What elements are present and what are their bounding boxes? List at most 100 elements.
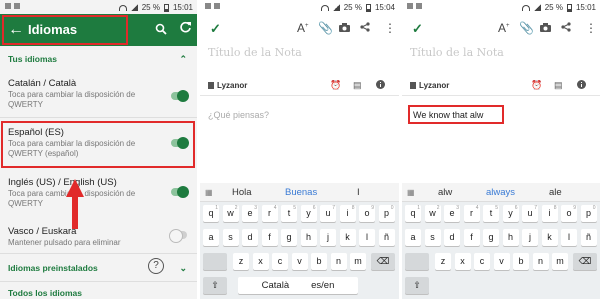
key-e[interactable]: e3 [242, 205, 258, 222]
info-icon[interactable] [376, 80, 385, 91]
suggestion-right[interactable]: I [357, 187, 360, 198]
key-w[interactable]: w2 [424, 205, 441, 222]
key-m[interactable]: m [350, 253, 366, 270]
key-w[interactable]: w2 [222, 205, 239, 222]
key-b[interactable]: b [311, 253, 327, 270]
key-h[interactable]: h [502, 229, 519, 246]
key-d[interactable]: d [444, 229, 460, 246]
note-body-input[interactable]: We know that alw [408, 105, 504, 124]
refresh-icon[interactable] [179, 21, 192, 37]
keyboard-grid-icon[interactable]: ▦ [407, 188, 415, 197]
key-u[interactable]: u7 [320, 205, 336, 222]
section-all-languages[interactable]: Todos los idiomas [8, 288, 82, 298]
text-format-icon[interactable]: A+ [498, 21, 510, 35]
key-a[interactable]: a [203, 229, 219, 246]
key-f[interactable]: f [463, 229, 480, 246]
key-q[interactable]: q1 [405, 205, 421, 222]
key-i[interactable]: i8 [339, 205, 356, 222]
info-icon[interactable] [577, 80, 586, 91]
key-n[interactable]: n [532, 253, 549, 270]
check-icon[interactable]: ✓ [210, 21, 221, 37]
key-g[interactable]: g [483, 229, 499, 246]
attachment-icon[interactable]: 📎 [519, 21, 534, 35]
key-k[interactable]: k [339, 229, 356, 246]
key-n[interactable]: n [330, 253, 347, 270]
tag-icon[interactable]: ▤ [353, 80, 362, 91]
suggestion-left[interactable]: alw [438, 187, 452, 198]
note-title-input[interactable]: Título de la Nota [410, 46, 504, 59]
toggle-english[interactable] [171, 186, 189, 198]
key-e[interactable]: e3 [444, 205, 460, 222]
chevron-down-icon[interactable]: ⌄ [179, 263, 187, 274]
key-r[interactable]: r4 [261, 205, 278, 222]
suggestion-center[interactable]: always [486, 187, 515, 198]
camera-icon[interactable] [339, 21, 350, 35]
key-j[interactable]: j [522, 229, 538, 246]
key-v[interactable]: v [291, 253, 308, 270]
key-t[interactable]: t5 [281, 205, 297, 222]
shift-key[interactable] [203, 253, 227, 270]
key-x[interactable]: x [252, 253, 269, 270]
section-preinstalled[interactable]: Idiomas preinstalados [8, 263, 98, 273]
key-y[interactable]: y6 [502, 205, 519, 222]
key-r[interactable]: r4 [463, 205, 480, 222]
shift-key[interactable] [405, 253, 429, 270]
key-o[interactable]: o9 [561, 205, 577, 222]
key-g[interactable]: g [281, 229, 297, 246]
key-t[interactable]: t5 [483, 205, 499, 222]
suggestion-center[interactable]: Buenas [285, 187, 317, 198]
toggle-catalan[interactable] [171, 90, 189, 102]
keyboard-grid-icon[interactable]: ▦ [205, 188, 213, 197]
help-icon[interactable]: ? [148, 258, 164, 274]
key-z[interactable]: z [233, 253, 249, 270]
check-icon[interactable]: ✓ [412, 21, 423, 37]
note-title-input[interactable]: Título de la Nota [208, 46, 302, 59]
key-d[interactable]: d [242, 229, 258, 246]
alarm-icon[interactable]: ⏰ [531, 80, 542, 91]
backspace-key[interactable]: ⌫ [371, 253, 395, 270]
key-s[interactable]: s [222, 229, 239, 246]
key-y[interactable]: y6 [300, 205, 317, 222]
key-p[interactable]: p0 [378, 205, 395, 222]
share-icon[interactable] [561, 21, 571, 35]
search-icon[interactable] [155, 23, 167, 38]
key-h[interactable]: h [300, 229, 317, 246]
key-f[interactable]: f [261, 229, 278, 246]
notebook-owner[interactable]: Lyzanor [208, 81, 247, 90]
suggestion-left[interactable]: Hola [232, 187, 252, 198]
key-o[interactable]: o9 [359, 205, 375, 222]
key-ñ[interactable]: ñ [580, 229, 597, 246]
text-format-icon[interactable]: A+ [297, 21, 309, 35]
toggle-basque[interactable] [169, 229, 187, 243]
key-l[interactable]: l [359, 229, 375, 246]
key-c[interactable]: c [474, 253, 490, 270]
key-s[interactable]: s [424, 229, 441, 246]
alarm-icon[interactable]: ⏰ [330, 80, 341, 91]
language-item-basque[interactable]: Vasco / Euskara Mantener pulsado para el… [8, 226, 188, 248]
shift-lock-key[interactable]: ⇧ [203, 277, 227, 294]
overflow-menu-icon[interactable]: ⋮ [384, 21, 396, 35]
key-p[interactable]: p0 [580, 205, 597, 222]
shift-lock-key[interactable]: ⇧ [405, 277, 429, 294]
backspace-key[interactable]: ⌫ [573, 253, 597, 270]
note-body-input[interactable]: ¿Qué piensas? [208, 110, 269, 120]
key-q[interactable]: q1 [203, 205, 219, 222]
key-i[interactable]: i8 [541, 205, 558, 222]
key-ñ[interactable]: ñ [378, 229, 395, 246]
camera-icon[interactable] [540, 21, 551, 35]
language-item-english[interactable]: Inglés (US) / English (US) Toca para cam… [8, 177, 188, 209]
language-item-catalan[interactable]: Catalán / Català Toca para cambiar la di… [8, 78, 188, 110]
key-z[interactable]: z [435, 253, 451, 270]
key-j[interactable]: j [320, 229, 336, 246]
key-b[interactable]: b [513, 253, 529, 270]
spacebar[interactable]: Català es/en [238, 277, 358, 294]
key-l[interactable]: l [561, 229, 577, 246]
chevron-up-icon[interactable]: ⌃ [179, 54, 187, 65]
attachment-icon[interactable]: 📎 [318, 21, 333, 35]
key-c[interactable]: c [272, 253, 288, 270]
key-v[interactable]: v [493, 253, 510, 270]
key-u[interactable]: u7 [522, 205, 538, 222]
key-x[interactable]: x [454, 253, 471, 270]
key-m[interactable]: m [552, 253, 568, 270]
share-icon[interactable] [360, 21, 370, 35]
